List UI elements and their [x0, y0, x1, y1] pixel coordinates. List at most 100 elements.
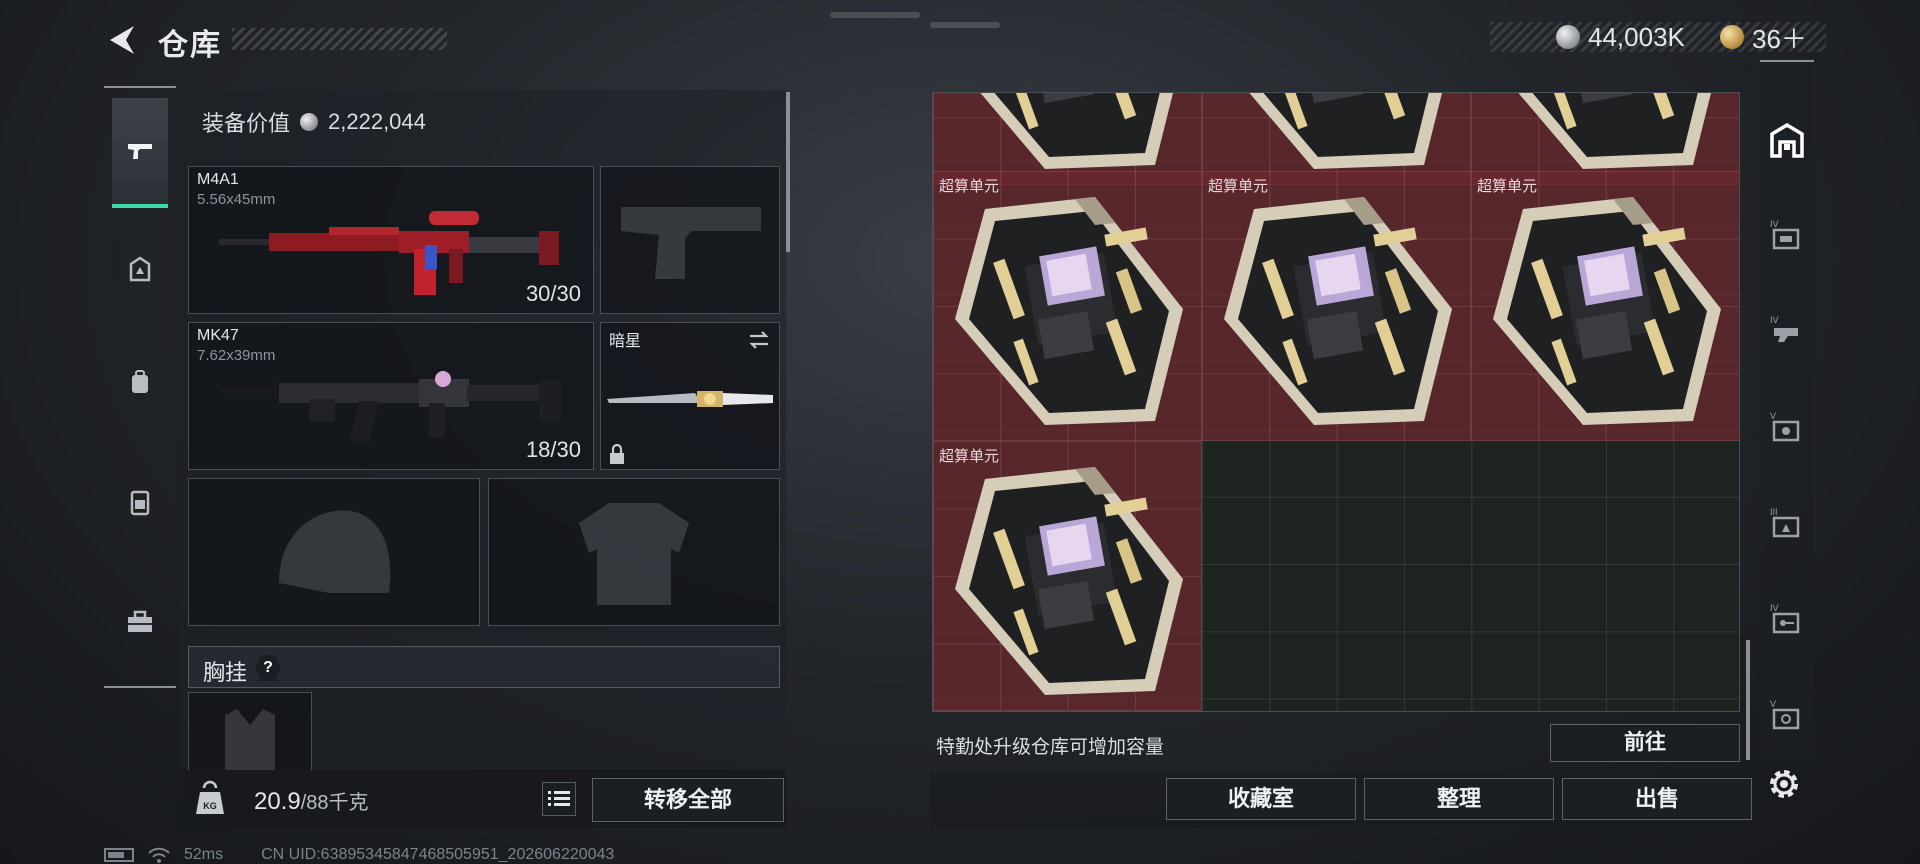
equipment-scrollbar[interactable]	[786, 92, 790, 252]
equipment-value-amount: 2,222,044	[328, 109, 426, 134]
storage-tabs-rail: IV IV V III IV V	[1760, 60, 1814, 760]
tier-4-rig-icon: IV	[1770, 315, 1798, 342]
tab-tier-3-box[interactable]: III	[1768, 504, 1806, 542]
capacity-hint: 特勤处升级仓库可增加容量	[936, 737, 1165, 758]
svg-text:KG: KG	[203, 801, 217, 811]
chest-rig-placeholder-icon	[225, 709, 275, 770]
weight-kg-icon: KG	[196, 780, 224, 814]
sell-button[interactable]: 出售	[1562, 778, 1752, 820]
ping-readout: 52ms	[184, 846, 224, 863]
storage-grid[interactable]: 超算单元 超算单元 超算单元 超算单元	[932, 92, 1740, 712]
storage-scrollbar[interactable]	[1746, 640, 1750, 760]
tier-5-card-icon: V	[1770, 699, 1800, 730]
item-name: 超算单元	[939, 178, 1000, 195]
tab-tier-4-bag[interactable]: IV	[1768, 216, 1806, 254]
item-name: 超算单元	[1477, 178, 1538, 195]
storage-item[interactable]: 超算单元	[1202, 171, 1471, 441]
silver-coin-icon	[300, 113, 319, 131]
weight-capacity: /88千克	[300, 792, 369, 814]
svg-text:IV: IV	[1770, 603, 1779, 613]
tier-4-bag-icon: IV	[1770, 219, 1800, 250]
list-view-button[interactable]	[542, 782, 576, 816]
melee-name: 暗星	[609, 333, 642, 350]
weight-value: 20.9	[254, 788, 301, 815]
chest-rig-label: 胸挂	[203, 660, 248, 685]
weight-bar: KG 20.9/88千克 转移全部	[180, 770, 786, 828]
rail-item-toolbox[interactable]	[112, 594, 168, 650]
tab-tier-5-card[interactable]: V	[1768, 696, 1806, 734]
rail-item-weapons[interactable]	[112, 98, 168, 208]
weapon-caliber: 5.56x45mm	[197, 191, 276, 208]
helmet-placeholder-icon	[279, 510, 391, 593]
silver-coin-icon	[1556, 25, 1580, 49]
computing-unit-icon	[1493, 93, 1721, 169]
pistol-placeholder-icon	[621, 207, 761, 279]
svg-text:V: V	[1770, 699, 1776, 709]
back-arrow-icon[interactable]	[104, 22, 140, 58]
pistol-icon	[128, 144, 152, 159]
knife-icon	[607, 391, 773, 407]
armor-slot[interactable]	[488, 478, 780, 626]
weapon-caliber: 7.62x39mm	[197, 347, 276, 364]
lock-icon	[610, 443, 624, 464]
page-title: 仓库	[158, 29, 222, 62]
tab-storage-home[interactable]	[1768, 122, 1806, 160]
computing-unit-icon	[955, 467, 1183, 695]
backpack-icon	[132, 370, 148, 393]
secondary-weapon-slot[interactable]: MK47 7.62x39mm 18/30	[188, 322, 594, 470]
helmet-slot[interactable]	[188, 478, 480, 626]
chest-rig-slot[interactable]	[188, 692, 312, 770]
tab-tier-5-case[interactable]: V	[1768, 408, 1806, 446]
storage-item[interactable]: 超算单元	[1471, 171, 1739, 441]
silver-currency: 44,003K	[1556, 22, 1685, 52]
rail-item-vest[interactable]	[112, 474, 168, 530]
title-decoration	[232, 28, 447, 50]
goto-button[interactable]: 前往	[1550, 724, 1740, 762]
melee-slot[interactable]: 暗星	[600, 322, 780, 470]
category-rail	[104, 86, 176, 688]
weapon-ammo: 18/30	[525, 437, 581, 462]
silver-amount: 44,003K	[1588, 21, 1685, 52]
armor-placeholder-icon	[579, 503, 689, 605]
primary-weapon-slot[interactable]: M4A1 5.56x45mm 30/30	[188, 166, 594, 314]
swap-icon[interactable]	[747, 329, 771, 351]
item-name: 超算单元	[1208, 178, 1269, 195]
background-streak	[830, 12, 920, 18]
gold-amount: 36＋	[1752, 23, 1807, 54]
transfer-all-button[interactable]: 转移全部	[592, 778, 784, 822]
list-icon	[548, 791, 570, 806]
computing-unit-icon	[1224, 93, 1452, 169]
equipment-value-label: 装备价值	[202, 111, 291, 136]
wifi-icon	[148, 847, 170, 863]
gold-currency[interactable]: 36＋	[1720, 22, 1807, 54]
settings-gear-icon[interactable]	[1764, 764, 1804, 804]
collection-room-button[interactable]: 收藏室	[1166, 778, 1356, 820]
tier-5-case-icon: V	[1770, 411, 1800, 442]
equipment-value: 装备价值 2,222,044	[202, 106, 426, 138]
background-streak	[930, 22, 1000, 28]
tab-tier-4-rig[interactable]: IV	[1768, 312, 1806, 350]
svg-text:III: III	[1770, 507, 1778, 517]
computing-unit-icon	[955, 197, 1183, 425]
item-name: 超算单元	[939, 448, 1000, 465]
sidearm-slot[interactable]	[600, 166, 780, 314]
computing-unit-icon	[955, 93, 1183, 169]
tier-4-key-icon: IV	[1770, 603, 1800, 634]
tier-3-box-icon: III	[1770, 507, 1800, 538]
svg-text:V: V	[1770, 411, 1776, 421]
tab-tier-4-key[interactable]: IV	[1768, 600, 1806, 638]
storage-item[interactable]: 超算单元	[933, 441, 1202, 711]
storage-home-icon	[1770, 122, 1804, 158]
weight-readout: 20.9/88千克	[254, 786, 369, 816]
status-bar: 52ms CN UID:63895345847468505951_2026062…	[104, 846, 614, 864]
gold-coin-icon	[1720, 25, 1744, 49]
svg-text:IV: IV	[1770, 315, 1779, 325]
rail-item-backpack[interactable]	[112, 354, 168, 410]
vest-icon	[130, 490, 150, 516]
svg-text:IV: IV	[1770, 219, 1779, 229]
weapon-ammo: 30/30	[525, 281, 581, 306]
sort-button[interactable]: 整理	[1364, 778, 1554, 820]
help-icon[interactable]: ?	[255, 655, 281, 681]
rail-item-helmet[interactable]	[112, 242, 168, 298]
storage-item[interactable]: 超算单元	[933, 171, 1202, 441]
